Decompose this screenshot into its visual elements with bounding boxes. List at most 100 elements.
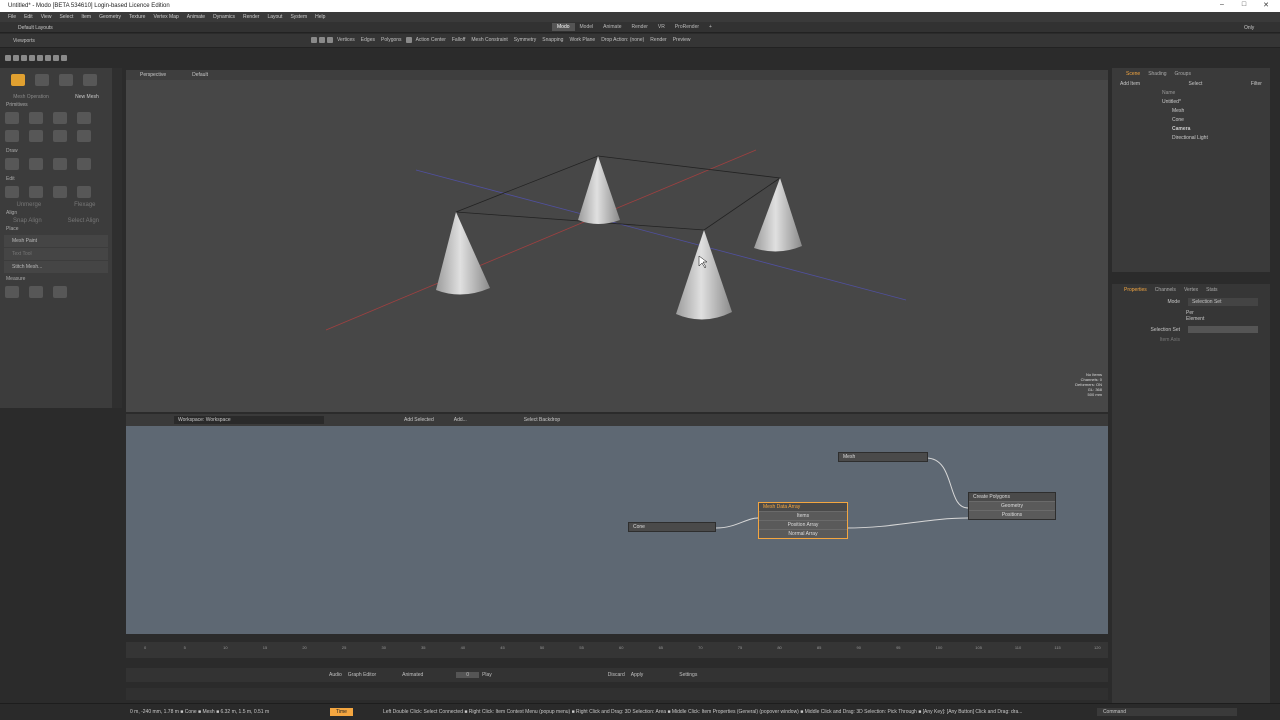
tab-channels[interactable]: Channels [1151, 286, 1180, 294]
port-items[interactable]: Items [759, 511, 847, 520]
per-element-option[interactable]: Per Element [1112, 308, 1270, 324]
tree-item-scene[interactable]: Untitled* [1162, 98, 1270, 107]
minimize-button[interactable]: – [1212, 1, 1232, 11]
tab-vertex[interactable]: Vertex [1180, 286, 1202, 294]
shading-dropdown[interactable]: Default [192, 72, 208, 78]
tab-properties[interactable]: Properties [1120, 286, 1151, 294]
add-item-button[interactable]: Add Item [1120, 81, 1140, 87]
mesh-operation-button[interactable]: Mesh Operation [13, 94, 49, 100]
cone-icon[interactable] [77, 112, 91, 124]
workspace-dropdown[interactable]: Workspace: Workspace [174, 416, 324, 424]
rotate-tool-icon[interactable] [35, 74, 49, 86]
rotate-icon[interactable] [327, 37, 333, 43]
drop-action-dropdown[interactable]: Drop Action: (none) [598, 37, 647, 43]
settings-button[interactable]: Settings [676, 672, 700, 678]
node-cone[interactable]: Cone [628, 522, 716, 532]
graph-editor-button[interactable]: Graph Editor [345, 672, 379, 678]
viewports-button[interactable]: Viewports [10, 38, 38, 44]
discard-button[interactable]: Discard [605, 672, 628, 678]
menu-file[interactable]: File [8, 14, 16, 20]
timeline[interactable]: 0 5 10 15 20 25 30 35 40 45 50 55 60 65 70 75 80 85 90 95 10… [126, 642, 1108, 658]
select-align-button[interactable]: Select Align [68, 218, 99, 224]
node-mesh[interactable]: Mesh [838, 452, 928, 462]
move-icon[interactable] [319, 37, 325, 43]
time-button[interactable]: Time [330, 708, 353, 716]
frame-field[interactable]: 0 [456, 672, 480, 678]
tab-model[interactable]: Model [575, 23, 599, 31]
tool-icon[interactable] [5, 55, 11, 61]
cone[interactable] [436, 212, 490, 295]
schematic-view[interactable]: Mesh Cone Mesh Data Array Items Position… [126, 426, 1108, 634]
ruler-icon[interactable] [5, 286, 19, 298]
vertices-mode-button[interactable]: Vertices [334, 37, 358, 43]
menu-help[interactable]: Help [315, 14, 325, 20]
select-icon[interactable] [311, 37, 317, 43]
view-dropdown[interactable]: Perspective [140, 72, 166, 78]
tool-icon[interactable] [53, 55, 59, 61]
torus-icon[interactable] [5, 130, 19, 142]
tab-render[interactable]: Render [626, 23, 652, 31]
select-button[interactable]: Select [1188, 81, 1202, 87]
work-plane-button[interactable]: Work Plane [566, 37, 598, 43]
menu-texture[interactable]: Texture [129, 14, 145, 20]
menu-vertex-map[interactable]: Vertex Map [153, 14, 178, 20]
node-mesh-data-array[interactable]: Mesh Data Array Items Position Array Nor… [758, 502, 848, 539]
mode-dropdown[interactable]: Selection Set [1188, 298, 1258, 306]
tab-stats[interactable]: Stats [1202, 286, 1221, 294]
cone[interactable] [754, 178, 802, 252]
scale-tool-icon[interactable] [59, 74, 73, 86]
text-tool[interactable]: Text Tool [4, 248, 108, 260]
tool-icon[interactable] [29, 55, 35, 61]
sphere-icon[interactable] [29, 112, 43, 124]
menu-geometry[interactable]: Geometry [99, 14, 121, 20]
curve-icon[interactable] [53, 158, 67, 170]
capsule-icon[interactable] [53, 130, 67, 142]
menu-view[interactable]: View [41, 14, 52, 20]
tool-icon[interactable] [37, 55, 43, 61]
mesh-constraint-button[interactable]: Mesh Constraint [468, 37, 510, 43]
item-mode-icon[interactable] [405, 37, 412, 43]
sketch-icon[interactable] [77, 158, 91, 170]
port-normal-array[interactable]: Normal Array [759, 529, 847, 538]
plane-icon[interactable] [29, 130, 43, 142]
caliper-icon[interactable] [29, 286, 43, 298]
cube-icon[interactable] [5, 112, 19, 124]
unmerge-button[interactable]: Unmerge [16, 202, 41, 208]
delete-icon[interactable] [77, 186, 91, 198]
tab-prorender[interactable]: ProRender [670, 23, 704, 31]
menu-dynamics[interactable]: Dynamics [213, 14, 235, 20]
text-icon[interactable] [77, 130, 91, 142]
play-button[interactable]: Play [479, 672, 495, 678]
menu-render[interactable]: Render [243, 14, 259, 20]
cone[interactable] [578, 156, 620, 224]
name-column-header[interactable]: Name [1112, 88, 1270, 98]
port-position-array[interactable]: Position Array [759, 520, 847, 529]
tool-icon[interactable] [61, 55, 67, 61]
tab-scene[interactable]: Scene [1122, 70, 1144, 78]
apply-button[interactable]: Apply [628, 672, 647, 678]
menu-layout[interactable]: Layout [267, 14, 282, 20]
section-measure[interactable]: Measure [0, 274, 112, 284]
audio-button[interactable]: Audio [326, 672, 345, 678]
maximize-button[interactable]: □ [1234, 1, 1254, 11]
port-geometry[interactable]: Geometry [969, 501, 1055, 510]
menu-item[interactable]: Item [81, 14, 91, 20]
command-input[interactable]: Command [1096, 708, 1237, 716]
tool-icon[interactable] [13, 55, 19, 61]
add-tab-button[interactable]: + [704, 23, 717, 31]
menu-animate[interactable]: Animate [187, 14, 205, 20]
symmetry-button[interactable]: Symmetry [511, 37, 540, 43]
menu-edit[interactable]: Edit [24, 14, 33, 20]
menu-select[interactable]: Select [59, 14, 73, 20]
copy-icon[interactable] [29, 186, 43, 198]
section-edit[interactable]: Edit [0, 174, 112, 184]
section-draw[interactable]: Draw [0, 146, 112, 156]
paste-icon[interactable] [53, 186, 67, 198]
tree-item-mesh[interactable]: Mesh [1162, 107, 1270, 116]
preview-button[interactable]: Preview [670, 37, 694, 43]
vertical-tab-strip[interactable] [112, 68, 122, 408]
add-selected-button[interactable]: Add Selected [404, 417, 434, 423]
cone[interactable] [676, 230, 732, 320]
filter-button[interactable]: Filter [1251, 81, 1262, 87]
stitch-mesh-tool[interactable]: Stitch Mesh... [4, 261, 108, 273]
